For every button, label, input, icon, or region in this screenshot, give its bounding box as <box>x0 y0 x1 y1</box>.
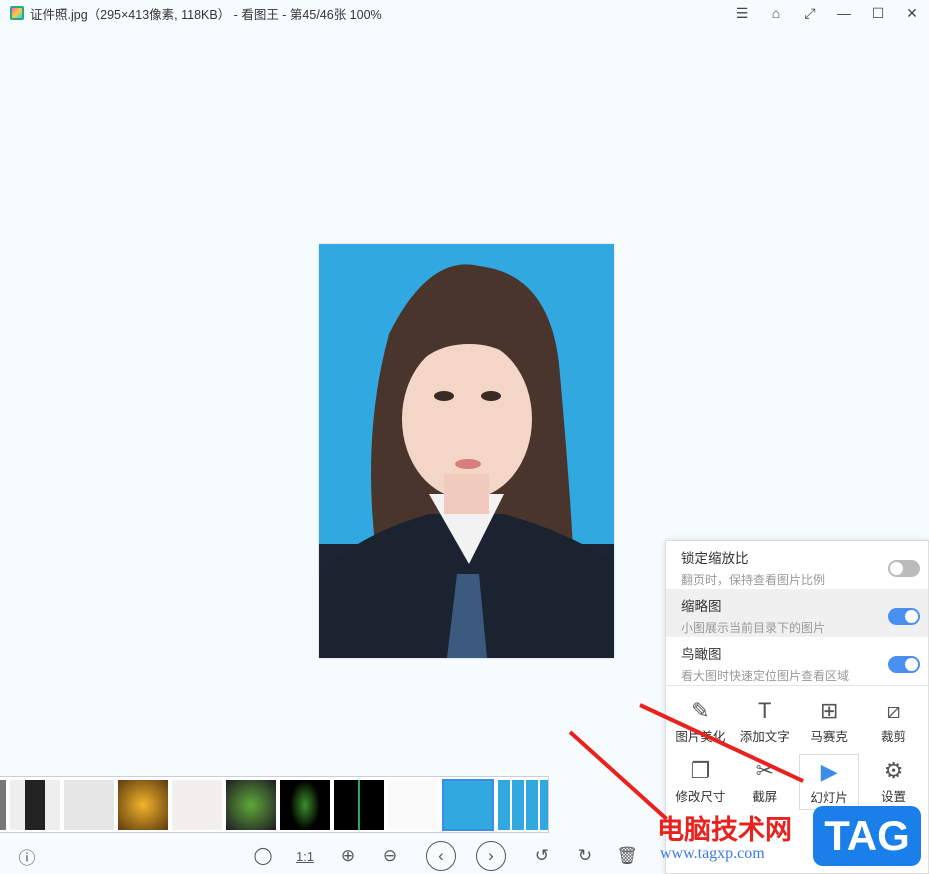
thumbnail[interactable] <box>226 779 276 830</box>
main-image[interactable] <box>319 244 614 658</box>
slideshow-icon: ▶ <box>820 759 838 784</box>
lock-zoom-toggle[interactable] <box>888 560 920 577</box>
option-lock-zoom: 锁定缩放比 翻页时，保持查看图片比例 <box>666 541 928 589</box>
mosaic-button[interactable]: ⊞ 马赛克 <box>799 694 859 750</box>
option-birdseye: 鸟瞰图 看大图时快速定位图片查看区域 <box>666 637 928 685</box>
tool-label: 设置 <box>881 790 907 804</box>
info-icon[interactable]: ⓘ <box>13 842 41 870</box>
tool-label: 裁剪 <box>881 730 907 744</box>
zoom-out-icon[interactable]: ⊖ <box>376 842 404 870</box>
tool-label: 幻灯片 <box>810 791 848 805</box>
watermark-logo: TAG <box>813 806 921 866</box>
thumbnails-toggle[interactable] <box>888 608 920 625</box>
title-bar: 证件照.jpg（295×413像素, 118KB） - 看图王 - 第45/46… <box>0 0 929 26</box>
thumbnail[interactable] <box>172 779 222 830</box>
crop-icon: ⧄ <box>886 698 901 723</box>
annotation-arrow <box>568 730 668 821</box>
watermark-url: www.tagxp.com <box>660 845 765 862</box>
tool-label: 修改尺寸 <box>675 790 726 804</box>
gear-icon: ⚙ <box>883 758 904 783</box>
thumbnail[interactable] <box>64 779 114 830</box>
tool-label: 添加文字 <box>739 730 790 744</box>
next-button[interactable]: › <box>476 841 506 871</box>
option-thumbnails: 缩略图 小图展示当前目录下的图片 <box>666 589 928 637</box>
mouse-icon[interactable]: ◯ <box>249 842 277 870</box>
add-text-button[interactable]: T 添加文字 <box>735 694 795 750</box>
mosaic-icon: ⊞ <box>819 698 839 723</box>
thumbnail[interactable] <box>388 779 438 830</box>
thumbnail[interactable] <box>280 779 330 830</box>
previous-button[interactable]: ‹ <box>426 841 456 871</box>
resize-icon: ❐ <box>690 758 711 783</box>
thumbnail[interactable] <box>498 779 548 830</box>
app-logo-icon <box>10 6 24 20</box>
crop-button[interactable]: ⧄ 裁剪 <box>864 694 924 750</box>
thumbnail[interactable] <box>0 779 6 830</box>
close-button[interactable]: ✕ <box>895 0 929 26</box>
tool-label: 截屏 <box>752 790 778 804</box>
minimize-button[interactable]: — <box>827 0 861 26</box>
zoom-in-icon[interactable]: ⊕ <box>334 842 362 870</box>
rotate-left-icon[interactable]: ↺ <box>528 842 556 870</box>
skin-button[interactable]: ⌂ <box>759 0 793 26</box>
text-icon: T <box>758 698 772 723</box>
birdseye-toggle[interactable] <box>888 656 920 673</box>
watermark-site-name: 电脑技术网 <box>657 815 792 845</box>
rotate-right-icon[interactable]: ↻ <box>571 842 599 870</box>
fullscreen-button[interactable]: ⤢ <box>793 0 827 26</box>
actual-size-button[interactable]: 1:1 <box>291 842 319 870</box>
slideshow-button[interactable]: ▶ 幻灯片 <box>799 754 860 810</box>
resize-button[interactable]: ❐ 修改尺寸 <box>670 754 730 810</box>
tool-label: 马赛克 <box>810 730 848 744</box>
maximize-button[interactable]: ☐ <box>861 0 895 26</box>
thumbnail[interactable] <box>10 779 60 830</box>
thumbnail[interactable] <box>118 779 168 830</box>
thumbnail-selected[interactable] <box>442 778 494 831</box>
settings-button[interactable]: ⚙ 设置 <box>864 754 924 810</box>
window-title: 证件照.jpg（295×413像素, 118KB） - 看图王 - 第45/46… <box>30 7 382 22</box>
thumbnail[interactable] <box>334 779 384 830</box>
menu-button[interactable]: ☰ <box>725 0 759 26</box>
thumbnail-strip[interactable] <box>0 776 549 833</box>
delete-icon[interactable]: 🗑 <box>613 842 641 870</box>
